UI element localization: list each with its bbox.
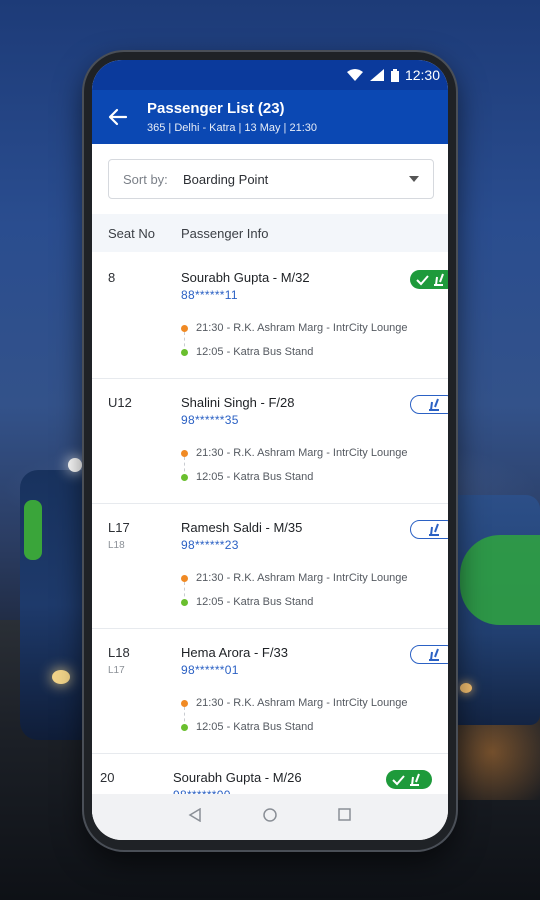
dropping-text: 12:05 - Katra Bus Stand xyxy=(196,346,314,358)
checkin-toggle[interactable] xyxy=(410,645,448,664)
dropping-dot xyxy=(181,598,188,606)
trip-summary: 365 | Delhi - Katra | 13 May | 21:30 xyxy=(147,122,317,134)
seat-number: U12 xyxy=(108,395,132,410)
seat-number: 8 xyxy=(108,270,116,285)
check-seat-icon xyxy=(416,273,444,286)
dropping-text: 12:05 - Katra Bus Stand xyxy=(196,596,314,608)
checkin-toggle[interactable] xyxy=(386,770,432,789)
boarding-dot xyxy=(181,574,188,582)
status-time: 12:30 xyxy=(404,67,440,83)
passenger-name: Ramesh Saldi - M/35 xyxy=(181,520,303,535)
boarding-text: 21:30 - R.K. Ashram Marg - IntrCity Loun… xyxy=(196,572,408,584)
seat-number-secondary: L17 xyxy=(108,665,125,676)
arrow-left-icon[interactable] xyxy=(106,105,130,129)
phone-screen: 12:30 Passenger List (23) 365 | Delhi - … xyxy=(92,60,448,840)
boarding-point: 21:30 - R.K. Ashram Marg - IntrCity Loun… xyxy=(181,447,408,459)
dropping-point: 12:05 - Katra Bus Stand xyxy=(181,721,313,733)
background-bus-right xyxy=(450,495,540,725)
page-title: Passenger List (23) xyxy=(147,100,285,117)
boarding-point: 21:30 - R.K. Ashram Marg - IntrCity Loun… xyxy=(181,322,408,334)
status-icons: 12:30 xyxy=(346,67,440,83)
seat-number: L17 xyxy=(108,520,130,535)
passenger-phone[interactable]: 98******23 xyxy=(181,538,239,552)
passenger-row[interactable]: 8 Sourabh Gupta - M/32 88******11 21:30 … xyxy=(92,254,448,379)
dropping-text: 12:05 - Katra Bus Stand xyxy=(196,721,314,733)
checkin-toggle[interactable] xyxy=(410,395,448,414)
passenger-phone[interactable]: 88******11 xyxy=(181,288,238,302)
phone-frame: 12:30 Passenger List (23) 365 | Delhi - … xyxy=(84,52,456,850)
check-seat-icon xyxy=(429,648,439,661)
seat-number: 20 xyxy=(100,770,115,785)
boarding-dot xyxy=(181,699,188,707)
dropping-text: 12:05 - Katra Bus Stand xyxy=(196,471,314,483)
boarding-text: 21:30 - R.K. Ashram Marg - IntrCity Loun… xyxy=(196,447,408,459)
recents-square-icon[interactable] xyxy=(338,808,351,821)
wifi-icon xyxy=(346,69,363,81)
passenger-phone[interactable]: 98******35 xyxy=(181,413,239,427)
back-triangle-icon[interactable] xyxy=(188,808,202,822)
boarding-dot xyxy=(181,449,188,457)
boarding-point: 21:30 - R.K. Ashram Marg - IntrCity Loun… xyxy=(181,697,408,709)
passenger-row[interactable]: L18 L17 Hema Arora - F/33 98******01 21:… xyxy=(92,629,448,754)
boarding-text: 21:30 - R.K. Ashram Marg - IntrCity Loun… xyxy=(196,322,408,334)
check-seat-icon xyxy=(429,398,439,411)
background-bus-left xyxy=(20,470,90,740)
dropping-point: 12:05 - Katra Bus Stand xyxy=(181,346,313,358)
passenger-row[interactable]: L17 L18 Ramesh Saldi - M/35 98******23 2… xyxy=(92,504,448,629)
dropping-dot xyxy=(181,723,188,731)
passenger-name: Shalini Singh - F/28 xyxy=(181,395,295,410)
boarding-dot xyxy=(181,324,188,332)
checkin-toggle[interactable] xyxy=(410,520,448,539)
passenger-row[interactable]: U12 Shalini Singh - F/28 98******35 21:3… xyxy=(92,379,448,504)
sort-label: Sort by: xyxy=(123,172,168,187)
app-bar: Passenger List (23) 365 | Delhi - Katra … xyxy=(92,90,448,144)
seat-number: L18 xyxy=(108,645,130,660)
passenger-name: Sourabh Gupta - M/32 xyxy=(181,270,310,285)
check-seat-icon xyxy=(392,773,420,786)
system-nav-bar xyxy=(92,794,448,840)
status-bar: 12:30 xyxy=(92,60,448,90)
home-circle-icon[interactable] xyxy=(263,808,277,822)
dropping-dot xyxy=(181,348,188,356)
seat-number-secondary: L18 xyxy=(108,540,125,551)
dropping-point: 12:05 - Katra Bus Stand xyxy=(181,596,313,608)
checkin-toggle[interactable] xyxy=(410,270,448,289)
dropping-point: 12:05 - Katra Bus Stand xyxy=(181,471,313,483)
caret-down-icon xyxy=(409,176,419,182)
signal-icon xyxy=(369,69,384,81)
header-passenger-info: Passenger Info xyxy=(181,226,269,241)
battery-icon xyxy=(390,68,399,82)
check-seat-icon xyxy=(429,523,439,536)
background-bus-light xyxy=(68,458,82,472)
dropping-dot xyxy=(181,473,188,481)
sort-value: Boarding Point xyxy=(183,172,269,187)
header-seat-no: Seat No xyxy=(108,226,155,241)
passenger-phone[interactable]: 98******01 xyxy=(181,663,239,677)
passenger-name: Hema Arora - F/33 xyxy=(181,645,288,660)
passenger-name: Sourabh Gupta - M/26 xyxy=(173,770,302,785)
boarding-point: 21:30 - R.K. Ashram Marg - IntrCity Loun… xyxy=(181,572,408,584)
boarding-text: 21:30 - R.K. Ashram Marg - IntrCity Loun… xyxy=(196,697,408,709)
list-header: Seat No Passenger Info xyxy=(92,214,448,252)
sort-dropdown[interactable]: Sort by: Boarding Point xyxy=(108,159,434,199)
